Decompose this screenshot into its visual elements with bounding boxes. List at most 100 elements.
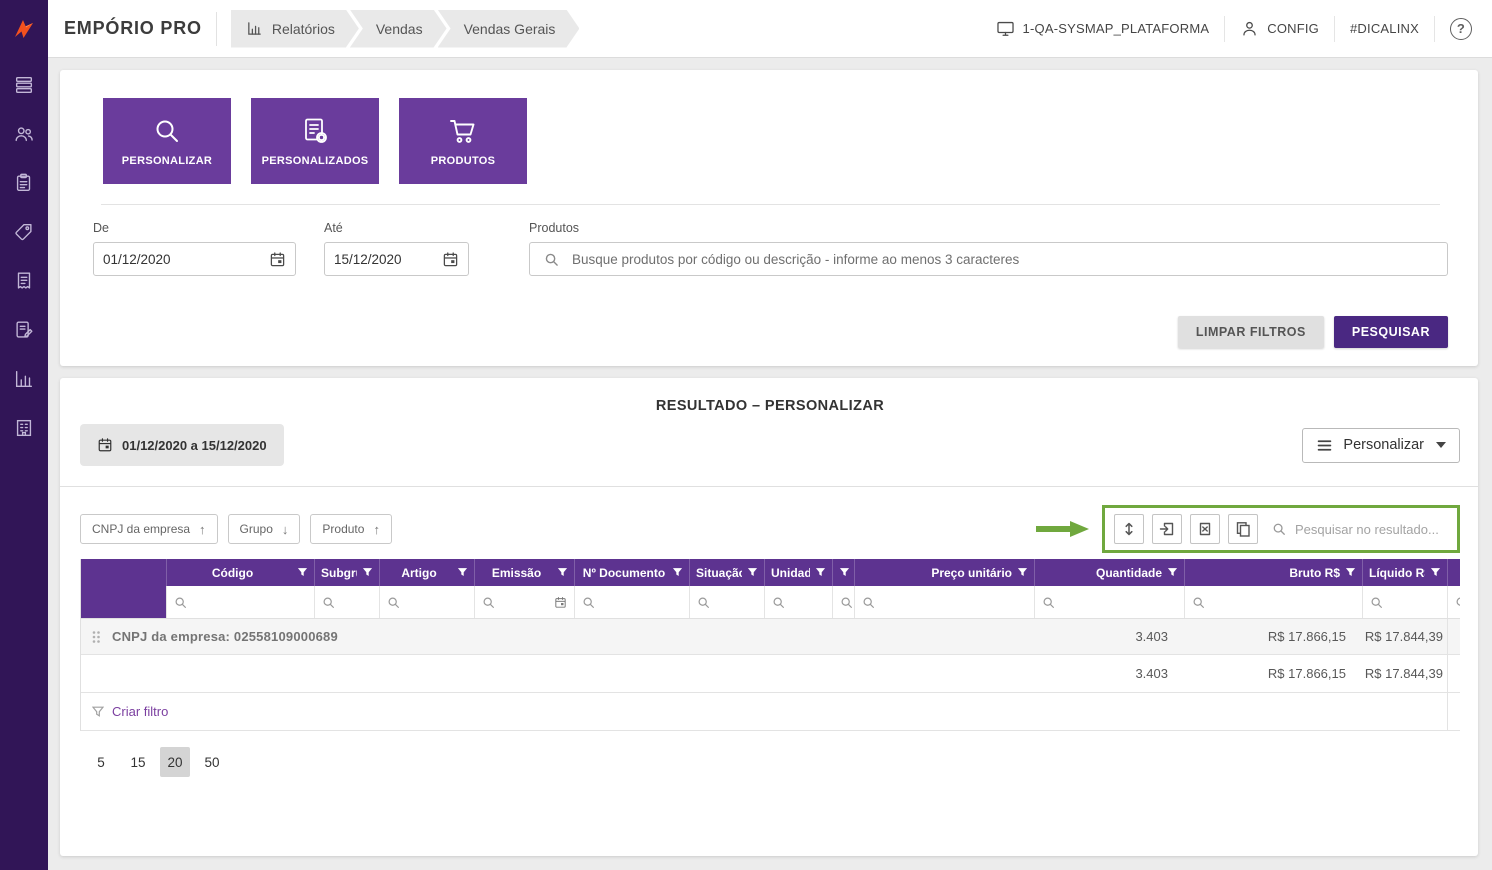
page-size-5[interactable]: 5 [86,747,116,777]
column-header-blank[interactable] [832,559,854,586]
divider [101,204,1440,205]
filter-cell-quantidade [1034,586,1184,618]
page-size-50[interactable]: 50 [197,747,227,777]
tile-personalizar[interactable]: PERSONALIZAR [103,98,231,184]
column-header-quantidade[interactable]: Quantidade [1034,559,1184,586]
calendar-icon[interactable] [442,251,459,268]
create-filter-link[interactable]: Criar filtro [81,704,1447,719]
sidebar-item-reports[interactable] [13,368,35,390]
sidebar-item-tags[interactable] [13,221,35,243]
column-header-documento[interactable]: Nº Documento [574,559,689,586]
filter-input-liquido[interactable] [1388,595,1440,609]
column-header-codigo[interactable]: Código [166,559,314,586]
group-chip-grupo[interactable]: Grupo ↓ [227,514,301,544]
page-size-20-selected[interactable]: 20 [160,747,190,777]
group-row[interactable]: CNPJ da empresa: 02558109000689 3.403 R$… [81,619,1460,655]
breadcrumb-vendas-gerais[interactable]: Vendas Gerais [438,10,580,48]
column-header-unidade[interactable]: Unidade [764,559,832,586]
column-header-artigo[interactable]: Artigo [379,559,474,586]
filter-icon[interactable] [1017,567,1028,578]
column-header-emissao[interactable]: Emissão [474,559,574,586]
date-to-input[interactable] [334,251,442,267]
date-from-input[interactable] [103,251,269,267]
help-icon[interactable]: ? [1450,17,1472,40]
filter-input-emissao[interactable] [500,595,549,609]
clear-filters-button[interactable]: LIMPAR FILTROS [1177,316,1324,348]
breadcrumb-vendas[interactable]: Vendas [350,10,447,48]
drag-handle-icon[interactable] [91,630,101,644]
result-search-input[interactable] [1295,521,1442,537]
column-header-clipped[interactable] [1447,559,1460,586]
filter-input-quantidade[interactable] [1060,595,1177,609]
page-size-15[interactable]: 15 [123,747,153,777]
filter-input-subgrupo[interactable] [340,595,372,609]
platform-selector[interactable]: 1-QA-SYSMAP_PLATAFORMA [996,19,1210,38]
column-header-preco[interactable]: Preço unitário [854,559,1034,586]
divider [1434,15,1435,42]
monitor-icon [996,21,1014,36]
config-menu[interactable]: CONFIG [1240,19,1319,38]
topbar-right: 1-QA-SYSMAP_PLATAFORMA CONFIG #DICALINX … [996,15,1472,42]
breadcrumb-relatorios[interactable]: Relatórios [231,10,359,48]
export-pdf-button[interactable] [1152,514,1182,544]
sort-asc-icon[interactable]: ↑ [199,522,206,537]
date-range-label: 01/12/2020 a 15/12/2020 [122,437,267,453]
filter-icon[interactable] [747,567,758,578]
personalize-button[interactable]: Personalizar [1302,427,1460,463]
tile-personalizados[interactable]: PERSONALIZADOS [251,98,379,184]
sidebar-item-lists[interactable] [13,74,35,96]
filter-input-documento[interactable] [600,595,682,609]
tile-produtos[interactable]: PRODUTOS [399,98,527,184]
dicalinx-link[interactable]: #DICALINX [1350,21,1419,36]
expand-rows-button[interactable] [1114,514,1144,544]
calendar-icon[interactable] [554,596,567,609]
group-chip-produto[interactable]: Produto ↑ [310,514,392,544]
data-grid: Código Subgru... Artigo Emissão Nº Docum… [80,559,1460,731]
sidebar-item-orders[interactable] [13,319,35,341]
filter-icon[interactable] [1345,567,1356,578]
filter-cell-documento [574,586,689,618]
sidebar-item-tasks[interactable] [13,172,35,194]
export-excel-button[interactable] [1190,514,1220,544]
logo-icon [15,20,33,38]
filter-input-unidade[interactable] [790,595,825,609]
filter-icon[interactable] [297,567,308,578]
filter-input-bruto[interactable] [1210,595,1355,609]
column-header-situacao[interactable]: Situação [689,559,764,586]
calendar-icon[interactable] [269,251,286,268]
date-range-chip[interactable]: 01/12/2020 a 15/12/2020 [80,424,284,466]
app-logo[interactable] [0,0,48,58]
filter-icon[interactable] [1167,567,1178,578]
column-header-liquido[interactable]: Líquido R$ [1362,559,1447,586]
sort-desc-icon[interactable]: ↓ [282,522,289,537]
search-button[interactable]: PESQUISAR [1333,316,1448,348]
filter-icon[interactable] [672,567,683,578]
filter-input-codigo[interactable] [192,595,307,609]
sidebar-item-customers[interactable] [13,123,35,145]
search-icon [840,596,853,609]
total-bruto-value: R$ 17.866,15 [1267,666,1346,681]
filter-icon[interactable] [1430,567,1441,578]
filter-icon[interactable] [457,567,468,578]
filter-input-artigo[interactable] [405,595,467,609]
sidebar-item-company[interactable] [13,417,35,439]
filter-icon[interactable] [815,567,826,578]
sidebar-item-invoices[interactable] [13,270,35,292]
column-header-bruto[interactable]: Bruto R$ [1184,559,1362,586]
search-icon [772,596,785,609]
group-chip-cnpj[interactable]: CNPJ da empresa ↑ [80,514,218,544]
group-toolbar-row: CNPJ da empresa ↑ Grupo ↓ Produto ↑ [80,505,1460,553]
filter-icon[interactable] [362,567,373,578]
filter-icon[interactable] [557,567,568,578]
filter-input-situacao[interactable] [715,595,757,609]
column-header-subgrupo[interactable]: Subgru... [314,559,379,586]
copy-button[interactable] [1228,514,1258,544]
sort-asc-icon[interactable]: ↑ [373,522,380,537]
copy-icon [1236,522,1250,537]
tile-label: PRODUTOS [430,154,496,167]
products-search-input[interactable] [572,251,1447,267]
app-title: EMPÓRIO PRO [64,18,202,38]
filter-icon[interactable] [839,567,850,578]
filter-input-preco[interactable] [880,595,1027,609]
filters-card: PERSONALIZAR PERSONALIZADOS PRODUTOS De [60,70,1478,366]
